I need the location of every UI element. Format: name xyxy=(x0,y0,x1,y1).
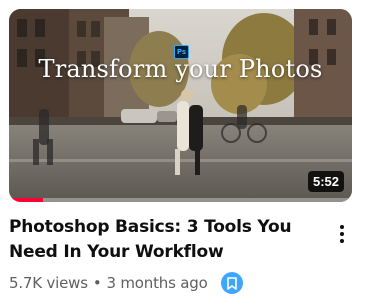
bookmark-icon[interactable] xyxy=(220,272,243,294)
video-details: Photoshop Basics: 3 Tools You Need In Yo… xyxy=(9,215,319,294)
more-options-button[interactable] xyxy=(334,220,350,248)
upload-age: 3 months ago xyxy=(106,274,208,292)
more-vertical-icon-dot xyxy=(340,239,344,243)
watch-progress-bar xyxy=(9,198,352,202)
video-card[interactable]: Ps Transform your Photos 5:52 Photoshop … xyxy=(0,0,366,307)
view-count: 5.7K views xyxy=(9,274,88,292)
thumbnail-overlay-text: Transform your Photos xyxy=(38,55,323,83)
video-stats: 5.7K views • 3 months ago xyxy=(9,272,319,294)
video-duration-badge: 5:52 xyxy=(307,171,344,192)
more-vertical-icon xyxy=(340,225,344,229)
thumbnail-image xyxy=(9,9,352,202)
meta-separator: • xyxy=(92,274,102,292)
video-thumbnail[interactable]: Ps Transform your Photos 5:52 xyxy=(9,9,352,202)
bookmark-glyph xyxy=(226,276,237,290)
video-title[interactable]: Photoshop Basics: 3 Tools You Need In Yo… xyxy=(9,215,319,265)
more-vertical-icon-dot xyxy=(340,232,344,236)
watch-progress-fill xyxy=(9,198,44,202)
